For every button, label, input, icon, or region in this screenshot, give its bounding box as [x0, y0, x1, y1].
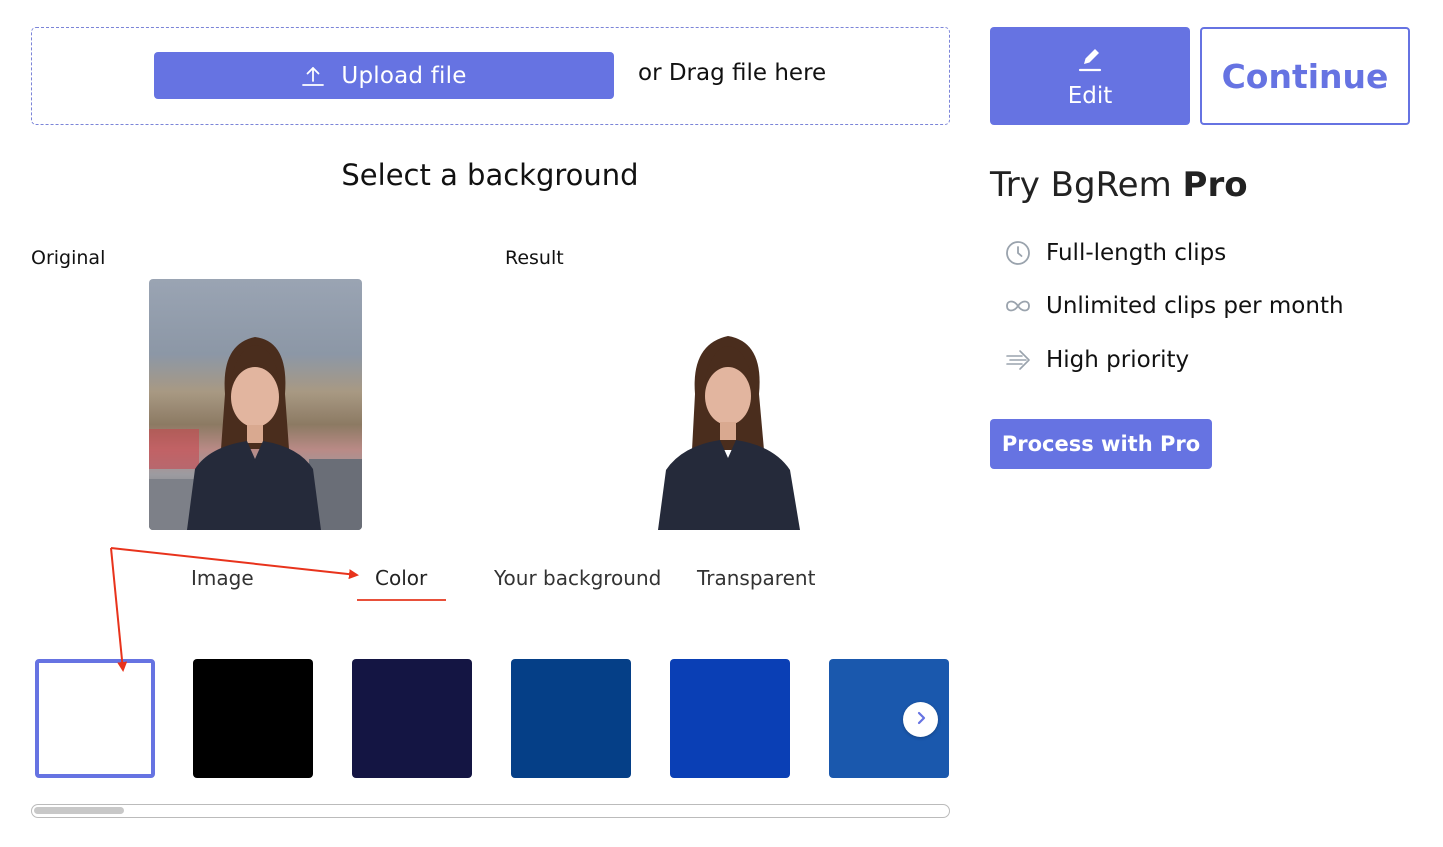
page-title: Select a background	[341, 158, 639, 192]
swatches-next-button[interactable]	[903, 702, 938, 737]
color-swatch-royal-blue[interactable]	[670, 659, 790, 778]
pro-feature-item: Unlimited clips per month	[1004, 293, 1344, 319]
feature-label: Full-length clips	[1046, 240, 1227, 266]
color-swatch-navy[interactable]	[352, 659, 472, 778]
tab-image[interactable]: Image	[191, 566, 254, 590]
edit-button[interactable]: Edit	[990, 27, 1190, 125]
pro-title-prefix: Try BgRem	[990, 165, 1183, 205]
color-swatch-dark-blue[interactable]	[511, 659, 631, 778]
result-label: Result	[505, 247, 564, 269]
upload-file-button[interactable]: Upload file	[154, 52, 614, 99]
fast-arrow-icon	[1004, 349, 1032, 371]
upload-icon	[301, 64, 325, 88]
tab-your-background[interactable]: Your background	[494, 566, 661, 590]
color-swatch-black[interactable]	[193, 659, 313, 778]
infinity-icon	[1004, 298, 1032, 314]
feature-label: Unlimited clips per month	[1046, 293, 1344, 319]
chevron-right-icon	[913, 710, 929, 730]
continue-button[interactable]: Continue	[1200, 27, 1410, 125]
active-tab-indicator	[357, 599, 446, 601]
result-photo	[640, 326, 820, 530]
original-label: Original	[31, 247, 106, 269]
original-photo	[149, 279, 362, 530]
clock-icon	[1004, 240, 1032, 266]
scrollbar-thumb[interactable]	[34, 807, 124, 814]
color-swatch-white[interactable]	[35, 659, 155, 778]
pencil-icon	[1075, 43, 1105, 81]
tab-color[interactable]: Color	[375, 566, 427, 590]
upload-file-label: Upload file	[341, 62, 467, 89]
tab-transparent[interactable]: Transparent	[697, 566, 815, 590]
pro-title: Try BgRem Pro	[990, 165, 1248, 205]
process-with-pro-button[interactable]: Process with Pro	[990, 419, 1212, 469]
drag-file-hint: or Drag file here	[638, 60, 827, 86]
swatches-scrollbar[interactable]	[31, 804, 950, 818]
feature-label: High priority	[1046, 347, 1190, 373]
edit-label: Edit	[1067, 83, 1113, 109]
pro-feature-item: Full-length clips	[1004, 240, 1226, 266]
pro-feature-item: High priority	[1004, 347, 1189, 373]
pro-title-bold: Pro	[1182, 165, 1248, 205]
